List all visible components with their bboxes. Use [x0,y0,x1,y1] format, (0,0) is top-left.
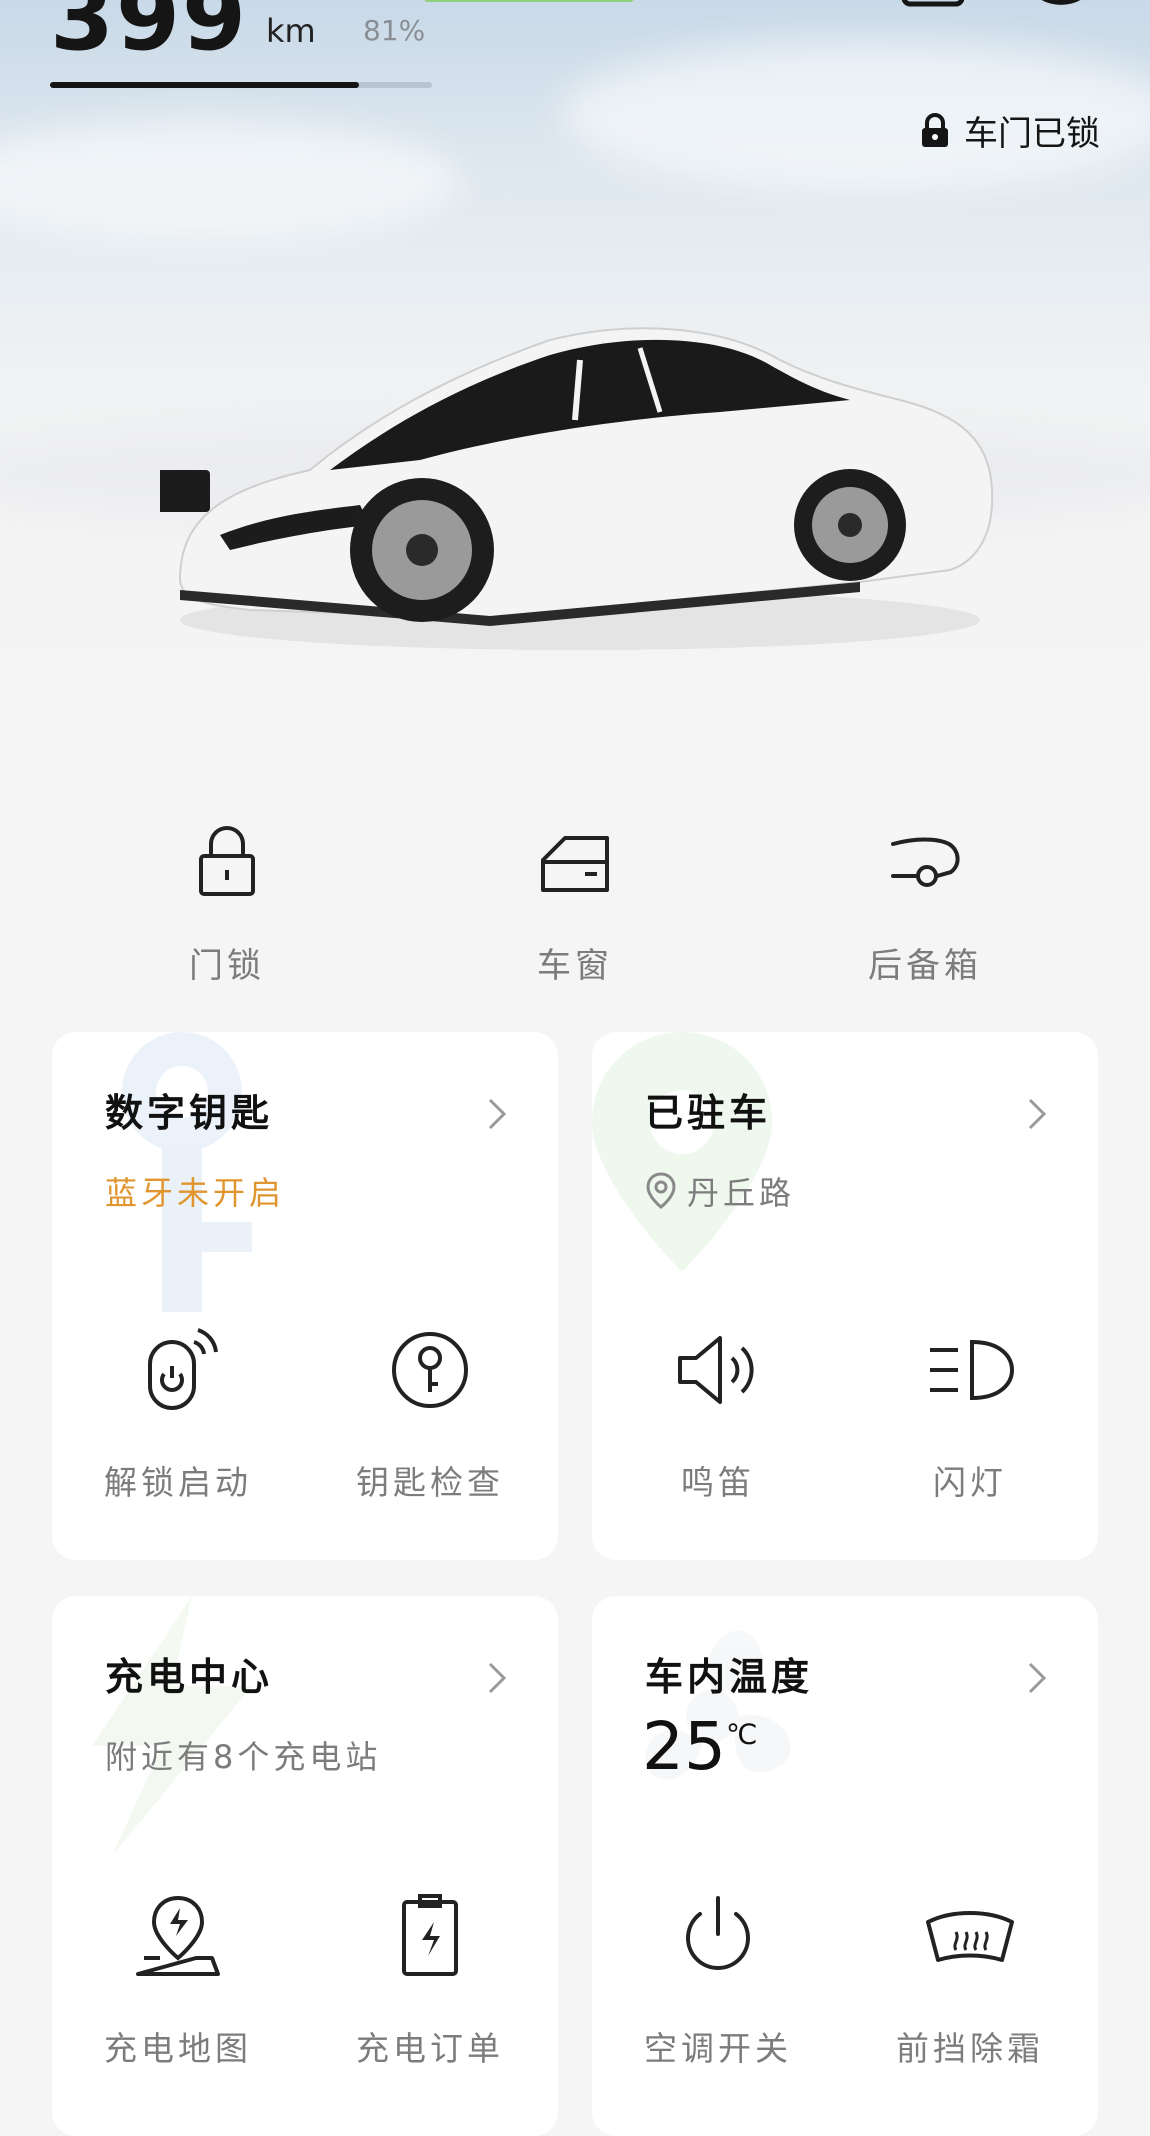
parked-title: 已驻车 [645,1091,772,1135]
front-defrost-label: 前挡除霜 [896,2029,1044,2068]
bluetooth-status: 蓝牙未开启 [105,1174,286,1212]
flash-lights-label: 闪灯 [933,1463,1007,1502]
charging-map-button[interactable]: 充电地图 [68,1888,288,2070]
location-watermark-icon [592,1032,772,1272]
parked-card[interactable]: 已驻车 丹丘路 鸣笛 闪灯 [592,1032,1098,1560]
battery-bar [50,82,432,88]
charging-center-title: 充电中心 [105,1655,274,1699]
padlock-icon [199,826,255,896]
charging-center-card[interactable]: 充电中心 附近有8个充电站 充电地图 充电订单 [52,1596,558,2136]
ac-power-button[interactable]: 空调开关 [608,1888,828,2070]
charging-watermark-icon [92,1596,252,1856]
key-check-icon [392,1332,468,1408]
defrost-icon [926,1911,1014,1962]
garage-icon[interactable] [898,0,968,36]
door-lock-control[interactable]: 门锁 [107,820,347,987]
door-lock-status: 车门已锁 [920,106,1100,155]
horn-button[interactable]: 鸣笛 [608,1322,828,1504]
chevron-right-icon[interactable] [486,1096,508,1132]
unlock-start-icon [148,1328,218,1410]
unlock-start-label: 解锁启动 [104,1463,252,1502]
key-check-label: 钥匙检查 [356,1463,504,1502]
vehicle-hero: 399 km 81% 车门已锁 [0,0,1150,780]
lock-closed-icon [922,112,948,147]
ac-power-label: 空调开关 [644,2029,792,2068]
horn-icon [678,1336,754,1404]
flash-lights-button[interactable]: 闪灯 [860,1322,1080,1504]
status-strip [424,0,634,2]
window-icon [541,836,609,892]
range-value: 399 [50,0,249,71]
battery-bar-fill [50,82,360,88]
cabin-temperature: 25 ℃ [642,1714,757,1780]
charging-order-label: 充电订单 [356,2029,504,2068]
cabin-temperature-title: 车内温度 [645,1655,814,1699]
range-unit: km [266,12,316,50]
unlock-start-button[interactable]: 解锁启动 [68,1322,288,1504]
ac-power-icon [686,1896,750,1970]
charging-map-icon [136,1895,220,1976]
location-pin-icon [646,1172,676,1209]
charging-order-button[interactable]: 充电订单 [320,1888,540,2070]
trunk-icon [891,837,960,887]
battery-percent: 81% [363,14,426,47]
digital-key-title: 数字钥匙 [105,1091,274,1135]
cloud-decoration [0,120,460,240]
cabin-temperature-card[interactable]: 车内温度 25 ℃ 空调开关 前挡除霜 [592,1596,1098,2136]
door-lock-label: 门锁 [189,946,265,986]
temperature-value: 25 [642,1708,726,1785]
trunk-control[interactable]: 后备箱 [805,820,1045,987]
car-image [160,327,994,650]
window-control[interactable]: 车窗 [455,820,695,987]
flash-lights-icon [930,1339,1015,1401]
digital-key-card[interactable]: 数字钥匙 蓝牙未开启 解锁启动 钥匙检查 [52,1032,558,1560]
parked-location-label: 丹丘路 [687,1174,796,1212]
temperature-unit: ℃ [725,1718,758,1751]
chevron-right-icon[interactable] [1026,1660,1048,1696]
chevron-right-icon[interactable] [1026,1096,1048,1132]
key-check-button[interactable]: 钥匙检查 [320,1322,540,1504]
nearby-stations: 附近有8个充电站 [105,1738,382,1776]
charging-map-label: 充电地图 [104,2029,252,2068]
window-label: 车窗 [537,946,613,986]
settings-icon[interactable] [1026,0,1096,36]
front-defrost-button[interactable]: 前挡除霜 [860,1888,1080,2070]
door-lock-status-label: 车门已锁 [964,114,1100,154]
trunk-label: 后备箱 [868,946,982,986]
horn-label: 鸣笛 [681,1463,755,1502]
parked-location: 丹丘路 [645,1168,795,1214]
charging-order-icon [402,1894,458,1976]
chevron-right-icon[interactable] [486,1660,508,1696]
